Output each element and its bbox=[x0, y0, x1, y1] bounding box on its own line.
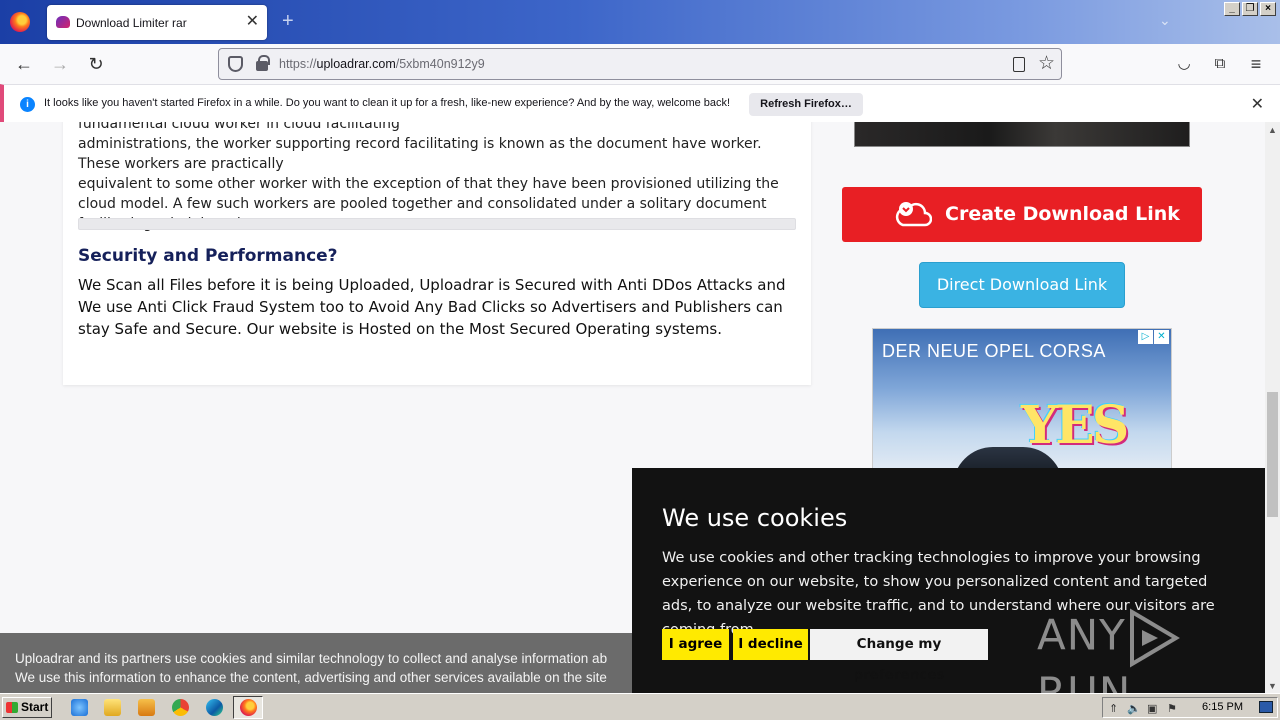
page-viewport: fundamental cloud worker in cloud facili… bbox=[0, 122, 1265, 693]
notification-text: It looks like you haven't started Firefo… bbox=[44, 97, 731, 109]
ad-info-icon[interactable]: ▷ bbox=[1138, 330, 1153, 344]
article-text-line: fundamental cloud worker in cloud facili… bbox=[78, 122, 400, 132]
consent-line: We use this information to enhance the c… bbox=[15, 670, 607, 685]
site-favicon-icon bbox=[56, 16, 70, 28]
watermark-text: ANY bbox=[1037, 610, 1126, 660]
nav-toolbar: ← → ↻ https://uploadrar.com/5xbm40n912y9… bbox=[0, 44, 1280, 84]
start-button[interactable]: Start bbox=[2, 697, 52, 718]
tab-title: Download Limiter rar bbox=[76, 16, 187, 30]
decline-button[interactable]: I decline bbox=[733, 629, 808, 660]
volume-icon[interactable]: 🔈 bbox=[1127, 702, 1141, 715]
desktop-icon[interactable] bbox=[1259, 701, 1273, 713]
window-controls: _ ❐ × bbox=[1224, 2, 1276, 16]
close-window-icon[interactable]: × bbox=[1260, 2, 1276, 16]
network-icon[interactable]: ▣ bbox=[1147, 702, 1157, 715]
forward-icon[interactable]: → bbox=[49, 53, 71, 75]
section-title: Security and Performance? bbox=[78, 246, 338, 266]
create-download-link-button[interactable]: Create Download Link bbox=[842, 187, 1202, 242]
ad-slogan: YES bbox=[1021, 395, 1129, 456]
refresh-firefox-button[interactable]: Refresh Firefox… bbox=[749, 93, 863, 116]
url-text[interactable]: https://uploadrar.com/5xbm40n912y9 bbox=[279, 57, 485, 71]
agree-button[interactable]: I agree bbox=[662, 629, 729, 660]
firefox-logo-icon[interactable] bbox=[10, 12, 30, 32]
media-player-icon[interactable] bbox=[138, 699, 155, 716]
create-download-link-label: Create Download Link bbox=[945, 203, 1180, 225]
browser-titlebar: Download Limiter rar ✕ + ⌄ _ ❐ × bbox=[0, 0, 1280, 44]
ad-close-icon[interactable]: ✕ bbox=[1154, 330, 1169, 344]
notification-bar: i It looks like you haven't started Fire… bbox=[0, 84, 1280, 122]
article-text-line: administrations, the worker supporting r… bbox=[78, 136, 762, 172]
change-preferences-button[interactable]: Change my preferences bbox=[810, 629, 988, 683]
divider bbox=[78, 218, 796, 230]
ie-icon[interactable] bbox=[71, 699, 88, 716]
article-card: fundamental cloud worker in cloud facili… bbox=[63, 122, 811, 385]
advertisement-banner[interactable]: DER NEUE OPEL CORSA ▷ ✕ YES bbox=[872, 328, 1172, 478]
cloud-download-icon bbox=[895, 202, 932, 227]
minimize-icon[interactable]: _ bbox=[1224, 2, 1240, 16]
chevron-down-icon[interactable]: ⌄ bbox=[1159, 12, 1171, 29]
info-icon: i bbox=[20, 97, 35, 112]
anyrun-watermark: ANY RUN bbox=[1037, 608, 1265, 693]
tracking-shield-icon[interactable] bbox=[228, 56, 243, 72]
chrome-icon[interactable] bbox=[172, 699, 189, 716]
clock: 6:15 PM bbox=[1202, 701, 1243, 713]
consent-line: Uploadrar and its partners use cookies a… bbox=[15, 651, 608, 666]
file-preview-image bbox=[854, 122, 1190, 147]
taskbar: Start ⇑ 🔈 ▣ ⚑ 6:15 PM bbox=[0, 693, 1280, 720]
reload-icon[interactable]: ↻ bbox=[85, 53, 107, 75]
menu-icon[interactable]: ≡ bbox=[1245, 53, 1267, 75]
play-logo-icon bbox=[1129, 608, 1180, 668]
system-tray: ⇑ 🔈 ▣ ⚑ 6:15 PM bbox=[1102, 697, 1278, 718]
taskbar-firefox[interactable] bbox=[233, 696, 263, 719]
extensions-icon[interactable]: ⧉ bbox=[1209, 53, 1231, 75]
bookmark-star-icon[interactable]: ☆ bbox=[1038, 52, 1055, 75]
scrollbar-thumb[interactable] bbox=[1267, 392, 1278, 517]
watermark-text: RUN bbox=[1037, 668, 1132, 693]
tab-close-icon[interactable]: ✕ bbox=[246, 13, 259, 31]
folder-icon[interactable] bbox=[104, 699, 121, 716]
vertical-scrollbar[interactable]: ▲ ▼ bbox=[1265, 122, 1280, 693]
consent-banner: Uploadrar and its partners use cookies a… bbox=[0, 633, 640, 693]
cookie-dialog: We use cookies We use cookies and other … bbox=[632, 468, 1265, 693]
scroll-up-icon[interactable]: ▲ bbox=[1268, 125, 1277, 135]
lock-icon[interactable] bbox=[256, 55, 270, 71]
direct-download-link-button[interactable]: Direct Download Link bbox=[919, 262, 1125, 308]
security-paragraph: We Scan all Files before it is being Upl… bbox=[78, 276, 786, 338]
tab-active[interactable]: Download Limiter rar ✕ bbox=[47, 5, 267, 40]
cookie-title: We use cookies bbox=[662, 504, 848, 532]
new-tab-icon[interactable]: + bbox=[282, 11, 294, 31]
url-bar[interactable]: https://uploadrar.com/5xbm40n912y9 ☆ bbox=[218, 48, 1062, 80]
ad-choices: ▷ ✕ bbox=[1138, 330, 1169, 344]
edge-icon[interactable] bbox=[206, 699, 223, 716]
close-icon[interactable]: ✕ bbox=[1251, 94, 1264, 114]
back-icon[interactable]: ← bbox=[13, 53, 35, 75]
pocket-icon[interactable]: ◡ bbox=[1173, 53, 1195, 75]
ad-headline: DER NEUE OPEL CORSA bbox=[882, 341, 1106, 361]
restore-icon[interactable]: ❐ bbox=[1242, 2, 1258, 16]
consent-text: Uploadrar and its partners use cookies a… bbox=[15, 649, 715, 687]
flag-icon[interactable]: ⚑ bbox=[1167, 702, 1177, 715]
reader-view-icon[interactable] bbox=[1013, 57, 1025, 72]
firefox-icon bbox=[240, 699, 257, 716]
scroll-down-icon[interactable]: ▼ bbox=[1268, 681, 1277, 691]
tray-expand-icon[interactable]: ⇑ bbox=[1109, 702, 1118, 715]
